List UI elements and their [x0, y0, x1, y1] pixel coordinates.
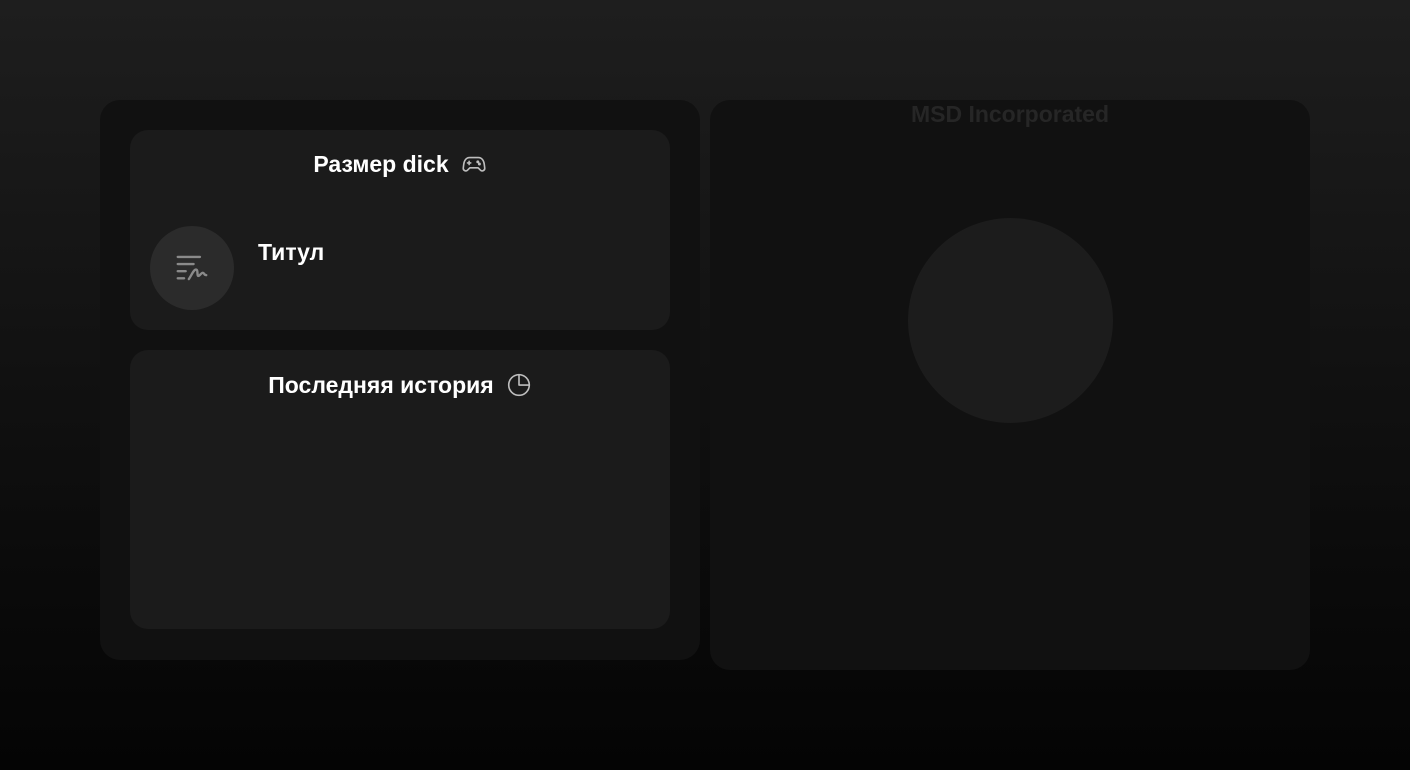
recent-history-card: Последняя история: [130, 350, 670, 629]
pie-chart-icon: [506, 372, 532, 398]
dick-size-card-header: Размер dick: [130, 149, 670, 179]
dick-size-card: Размер dick Титул: [130, 130, 670, 330]
rank-avatar: [150, 226, 234, 310]
profile-avatar-placeholder: [908, 218, 1113, 423]
recent-history-title: Последняя история: [268, 371, 494, 398]
signature-icon: [176, 255, 208, 281]
dick-size-card-title: Размер dick: [313, 150, 449, 177]
recent-history-card-header: Последняя история: [130, 370, 670, 400]
gamepad-icon: [461, 151, 487, 177]
right-panel: MSD Incorporated: [710, 100, 1310, 670]
company-title: MSD Incorporated: [910, 101, 1110, 127]
rank-label: Титул: [258, 239, 325, 265]
left-panel: Размер dick Титул Последняя история: [100, 100, 700, 660]
